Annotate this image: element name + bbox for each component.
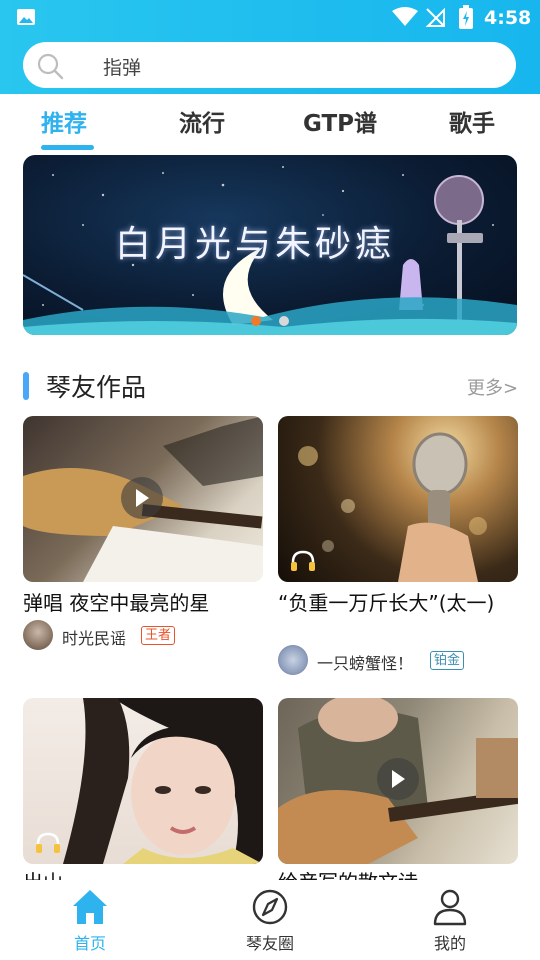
app-header: 4:58 指弹 xyxy=(0,0,540,94)
more-link[interactable]: 更多> xyxy=(467,374,518,400)
card-thumbnail xyxy=(23,416,263,582)
author-name[interactable]: 时光民谣 xyxy=(62,625,126,649)
nav-circle[interactable]: 琴友圈 xyxy=(210,880,330,960)
rank-badge: 王者 xyxy=(141,626,176,645)
work-card[interactable]: 给彦写的散文诗 xyxy=(278,698,518,880)
card-title: 出山 xyxy=(23,870,263,880)
status-bar: 4:58 xyxy=(0,0,540,36)
headphone-icon xyxy=(291,550,315,571)
card-thumbnail xyxy=(278,416,518,582)
banner-carousel[interactable]: 白月光与朱砂痣 xyxy=(23,155,517,335)
compass-icon xyxy=(252,889,288,925)
nav-home[interactable]: 首页 xyxy=(30,880,150,960)
search-icon xyxy=(37,53,64,80)
search-query: 指弹 xyxy=(103,57,142,79)
tab-popular[interactable]: 流行 xyxy=(179,104,225,138)
banner-title: 白月光与朱砂痣 xyxy=(115,224,396,265)
nav-label: 首页 xyxy=(73,934,106,953)
play-button[interactable] xyxy=(121,477,163,519)
card-thumbnail xyxy=(278,698,518,864)
card-title: 弹唱 夜空中最亮的星 xyxy=(23,591,210,615)
bottom-navigation: 首页 琴友圈 我的 xyxy=(0,880,540,960)
category-tabs: 推荐 流行 GTP谱 歌手 xyxy=(0,94,540,152)
work-card[interactable]: 弹唱 夜空中最亮的星 时光民谣 王者 xyxy=(23,416,263,656)
play-button[interactable] xyxy=(377,758,419,800)
carousel-dot xyxy=(279,316,289,326)
headphone-icon xyxy=(36,832,60,853)
tab-gtp[interactable]: GTP谱 xyxy=(303,104,377,138)
rank-badge: 铂金 xyxy=(430,651,465,670)
author-name[interactable]: 一只螃蟹怪！ xyxy=(317,650,413,674)
avatar[interactable] xyxy=(23,620,53,650)
nav-mine[interactable]: 我的 xyxy=(390,880,510,960)
avatar[interactable] xyxy=(278,645,308,675)
nav-label: 琴友圈 xyxy=(245,934,294,953)
card-title: 给彦写的散文诗 xyxy=(278,870,518,880)
home-icon xyxy=(73,890,107,924)
tab-singer[interactable]: 歌手 xyxy=(449,104,495,138)
status-time: 4:58 xyxy=(484,7,532,29)
user-icon xyxy=(433,889,467,926)
play-icon xyxy=(136,489,149,507)
battery-icon xyxy=(459,5,473,29)
section-accent-bar xyxy=(23,372,29,400)
card-title: “负重一万斤长大”(太一) xyxy=(278,591,495,615)
image-icon xyxy=(17,9,35,25)
tab-recommend[interactable]: 推荐 xyxy=(41,104,87,138)
carousel-dot-active xyxy=(251,316,261,326)
work-card[interactable]: “负重一万斤长大”(太一) 一只螃蟹怪！ 铂金 xyxy=(278,416,518,676)
nav-label: 我的 xyxy=(433,934,466,953)
card-thumbnail xyxy=(23,698,263,864)
play-icon xyxy=(392,770,405,788)
wifi-icon xyxy=(392,7,418,26)
work-card[interactable]: 出山 xyxy=(23,698,263,880)
section-title: 琴友作品 xyxy=(46,373,147,402)
search-input[interactable]: 指弹 xyxy=(23,42,516,88)
active-tab-indicator xyxy=(41,145,94,150)
no-signal-icon xyxy=(425,7,445,27)
